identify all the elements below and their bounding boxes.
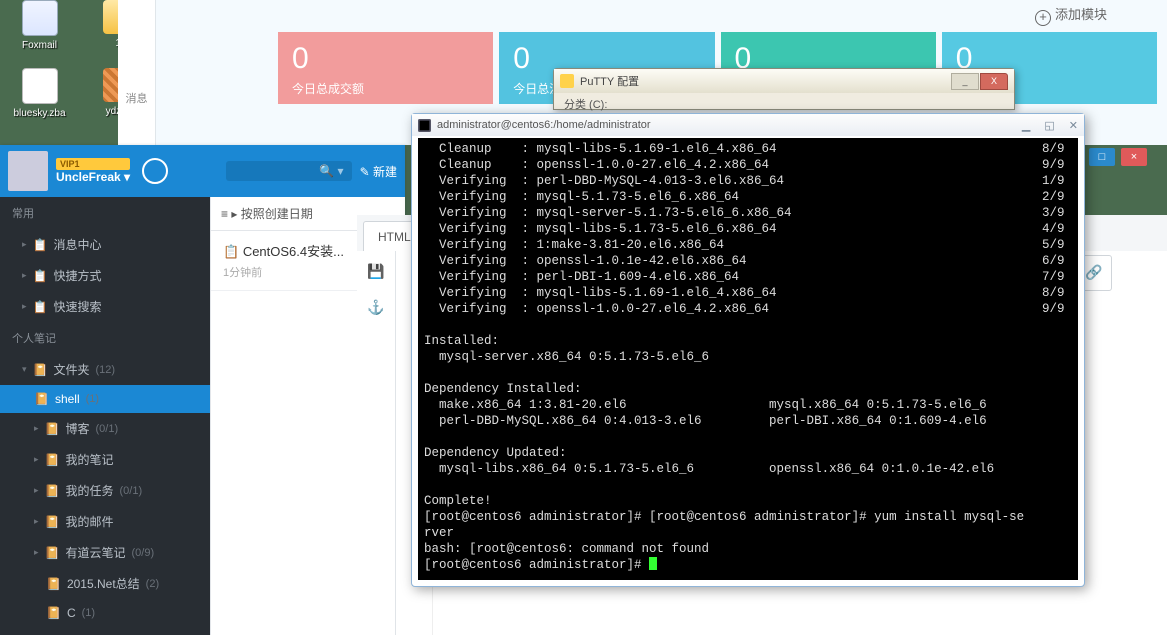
close-button[interactable]: ✕ — [1069, 119, 1078, 132]
sidebar-item[interactable]: ▸📔 博客 (0/1) — [0, 413, 210, 444]
sidebar-item[interactable]: ▸📋 快捷方式 — [0, 260, 210, 291]
terminal-window[interactable]: administrator@centos6:/home/administrato… — [411, 113, 1085, 587]
new-button[interactable]: ✎ 新建 — [360, 163, 397, 180]
close-button[interactable]: X — [980, 73, 1008, 90]
username[interactable]: UncleFreak — [56, 170, 121, 184]
sidebar-item[interactable]: 📔 C (1) — [0, 599, 210, 627]
sidebar-item-folder[interactable]: ▾📔 文件夹 (12) — [0, 354, 210, 385]
cursor — [649, 557, 657, 570]
editor-toolbar: 💾 ⚓ — [357, 251, 396, 635]
note-header: VIP1 UncleFreak ▾ 🔍 ▾ ✎ 新建 — [0, 145, 405, 197]
sidebar: 常用 ▸📋 消息中心▸📋 快捷方式▸📋 快速搜索 个人笔记 ▾📔 文件夹 (12… — [0, 197, 210, 635]
save-icon[interactable]: 💾 — [367, 263, 385, 281]
maximize-button[interactable]: □ — [1089, 148, 1115, 166]
desktop-icon-foxmail[interactable]: Foxmail — [12, 0, 67, 51]
sidebar-item[interactable]: ▸📔 我的任务 (0/1) — [0, 475, 210, 506]
putty-category-label: 分类 (C): — [554, 93, 1014, 115]
sidebar-item[interactable]: ▸📋 消息中心 — [0, 229, 210, 260]
sidebar-item[interactable]: ▸📋 快速搜索 — [0, 291, 210, 322]
putty-title: PuTTY 配置 — [580, 73, 639, 89]
sync-icon[interactable] — [142, 158, 168, 184]
add-module-button[interactable]: +添加模块 — [1035, 4, 1107, 26]
avatar[interactable] — [8, 151, 48, 191]
minimize-button[interactable]: ▁ — [1022, 119, 1030, 132]
putty-config-window[interactable]: PuTTY 配置 _ X 分类 (C): — [553, 68, 1015, 110]
plus-icon: + — [1035, 10, 1051, 26]
putty-icon — [560, 74, 574, 88]
sidebar-item[interactable]: 📔 2015.Net总结 (2) — [0, 568, 210, 599]
terminal-titlebar[interactable]: administrator@centos6:/home/administrato… — [412, 114, 1084, 136]
note-app: VIP1 UncleFreak ▾ 🔍 ▾ ✎ 新建 常用 ▸📋 消息中心▸📋 … — [0, 145, 405, 635]
vip-badge: VIP1 — [56, 158, 130, 170]
sidebar-item[interactable]: ▸📔 有道云笔记 (0/9) — [0, 537, 210, 568]
search-input[interactable]: 🔍 ▾ — [226, 161, 352, 181]
desktop-icon-bluesky.zba[interactable]: bluesky.zba — [12, 68, 67, 119]
close-button[interactable]: × — [1121, 148, 1147, 166]
anchor-icon[interactable]: ⚓ — [367, 299, 385, 317]
sidebar-item[interactable]: ▸📔 我的笔记 — [0, 444, 210, 475]
dropdown-icon[interactable]: ▾ — [124, 170, 130, 184]
terminal-title: administrator@centos6:/home/administrato… — [437, 119, 651, 131]
message-label: 消息 — [126, 93, 148, 105]
sidebar-group: 常用 — [0, 197, 210, 229]
sidebar-item[interactable]: ▸📔 我的邮件 — [0, 506, 210, 537]
message-column[interactable]: 消息 — [118, 0, 156, 145]
mail-icon — [22, 0, 58, 36]
sidebar-item-shell[interactable]: 📔 shell (1) — [0, 385, 210, 413]
minimize-button[interactable]: _ — [951, 73, 979, 90]
sidebar-group: 个人笔记 — [0, 322, 210, 354]
terminal-icon — [418, 119, 431, 132]
maximize-button[interactable]: ◱ — [1044, 119, 1054, 132]
file-icon — [22, 68, 58, 104]
terminal-content[interactable]: Cleanup : mysql-libs-5.1.69-1.el6_4.x86_… — [418, 138, 1078, 580]
stat-card[interactable]: 0今日总成交额 — [278, 32, 493, 104]
